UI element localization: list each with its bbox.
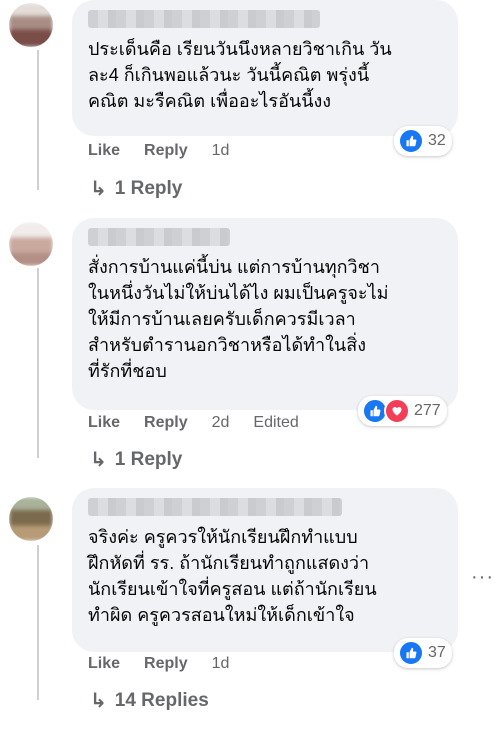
like-button[interactable]: Like (88, 142, 120, 160)
reaction-summary[interactable]: 37 (394, 638, 452, 668)
thread-line (37, 50, 39, 190)
reaction-summary[interactable]: 32 (394, 126, 452, 156)
comment-bubble: จริงค่ะ ครูควรให้นักเรียนฝึกทำแบบ ฝึกหัด… (72, 488, 458, 652)
thumbs-up-icon (398, 128, 424, 154)
timestamp[interactable]: 1d (212, 655, 230, 673)
like-button[interactable]: Like (88, 414, 120, 432)
comment-bubble: ประเด็นคือ เรียนวันนึงหลายวิชาเกิน วัน ล… (72, 0, 458, 136)
view-replies-link[interactable]: ↳ 1 Reply (90, 176, 182, 201)
comment-actions: Like Reply 2d Edited (88, 414, 299, 432)
thread-line (37, 268, 39, 458)
author-name-redacted[interactable] (88, 228, 230, 246)
comment-text: สั่งการบ้านแค่นี้บ่น แต่การบ้านทุกวิชา ใ… (88, 257, 389, 381)
comment-text: จริงค่ะ ครูควรให้นักเรียนฝึกทำแบบ ฝึกหัด… (88, 527, 377, 625)
comment-bubble: สั่งการบ้านแค่นี้บ่น แต่การบ้านทุกวิชา ใ… (72, 218, 458, 410)
more-options-icon[interactable]: ··· (471, 566, 494, 589)
thread-line (37, 545, 39, 700)
heart-icon (384, 398, 410, 424)
author-name-redacted[interactable] (88, 498, 342, 516)
timestamp[interactable]: 1d (212, 142, 230, 160)
reply-button[interactable]: Reply (144, 655, 188, 673)
reply-arrow-icon: ↳ (90, 178, 107, 200)
replies-count: 1 Reply (114, 177, 183, 199)
reaction-count: 277 (414, 402, 441, 419)
timestamp[interactable]: 2d (212, 414, 230, 432)
avatar[interactable] (9, 497, 53, 541)
reaction-count: 32 (428, 132, 446, 149)
replies-count: 1 Reply (114, 448, 183, 470)
comment-text: ประเด็นคือ เรียนวันนึงหลายวิชาเกิน วัน ล… (88, 39, 392, 111)
edited-label[interactable]: Edited (253, 414, 298, 432)
replies-count: 14 Replies (114, 689, 209, 711)
view-replies-link[interactable]: ↳ 14 Replies (90, 688, 209, 713)
reaction-count: 37 (428, 644, 446, 661)
avatar[interactable] (9, 222, 53, 266)
comment-actions: Like Reply 1d (88, 142, 229, 160)
comment-actions: Like Reply 1d (88, 655, 229, 673)
thumbs-up-icon (398, 640, 424, 666)
reply-button[interactable]: Reply (144, 142, 188, 160)
author-name-redacted[interactable] (88, 10, 320, 28)
like-button[interactable]: Like (88, 655, 120, 673)
reply-button[interactable]: Reply (144, 414, 188, 432)
view-replies-link[interactable]: ↳ 1 Reply (90, 447, 182, 472)
avatar[interactable] (9, 3, 53, 47)
reply-arrow-icon: ↳ (90, 449, 107, 471)
reply-arrow-icon: ↳ (90, 690, 107, 712)
reaction-summary[interactable]: 277 (358, 396, 447, 426)
